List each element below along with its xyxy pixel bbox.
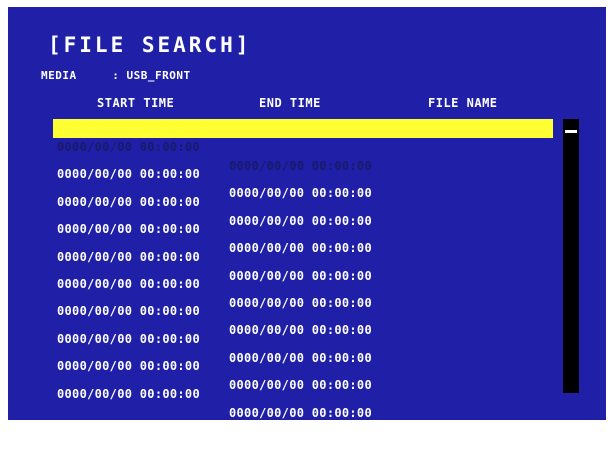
table-row[interactable]: 0000/00/00 00:00:00 0000/00/00 00:00:00 [53, 283, 553, 337]
column-header-end-time: END TIME [259, 96, 321, 110]
table-row[interactable]: 0000/00/00 00:00:00 0000/00/00 00:00:00 [53, 201, 553, 255]
column-header-file-name: FILE NAME [428, 96, 498, 110]
file-search-screen: [FILE SEARCH] MEDIA : USB_FRONT START TI… [8, 7, 606, 420]
page-title: [FILE SEARCH] [48, 33, 252, 57]
table-row[interactable]: 0000/00/00 00:00:00 0000/00/00 00:00:00 [53, 146, 553, 200]
media-value[interactable]: USB_FRONT [127, 69, 191, 82]
table-row[interactable]: 0000/00/00 00:00:00 0000/00/00 00:00:00 [53, 119, 553, 173]
table-row[interactable]: 0000/00/00 00:00:00 0000/00/00 00:00:00 [53, 256, 553, 310]
media-label: MEDIA [41, 69, 77, 82]
media-separator: : [112, 69, 120, 82]
media-info: MEDIA : USB_FRONT [41, 69, 191, 82]
table-row[interactable]: 0000/00/00 00:00:00 0000/00/00 00:00:00 [53, 366, 553, 420]
scrollbar[interactable] [563, 119, 579, 393]
table-row[interactable]: 0000/00/00 00:00:00 0000/00/00 00:00:00 [53, 311, 553, 365]
start-time-cell: 0000/00/00 00:00:00 [57, 386, 200, 401]
table-row[interactable]: 0000/00/00 00:00:00 0000/00/00 00:00:00 [53, 229, 553, 283]
table-row[interactable]: 0000/00/00 00:00:00 0000/00/00 00:00:00 [53, 174, 553, 228]
table-row[interactable]: 0000/00/00 00:00:00 0000/00/00 00:00:00 [53, 338, 553, 392]
scrollbar-thumb[interactable] [565, 130, 577, 133]
column-header-start-time: START TIME [97, 96, 175, 110]
file-list: 0000/00/00 00:00:00 0000/00/00 00:00:00 … [53, 119, 553, 420]
